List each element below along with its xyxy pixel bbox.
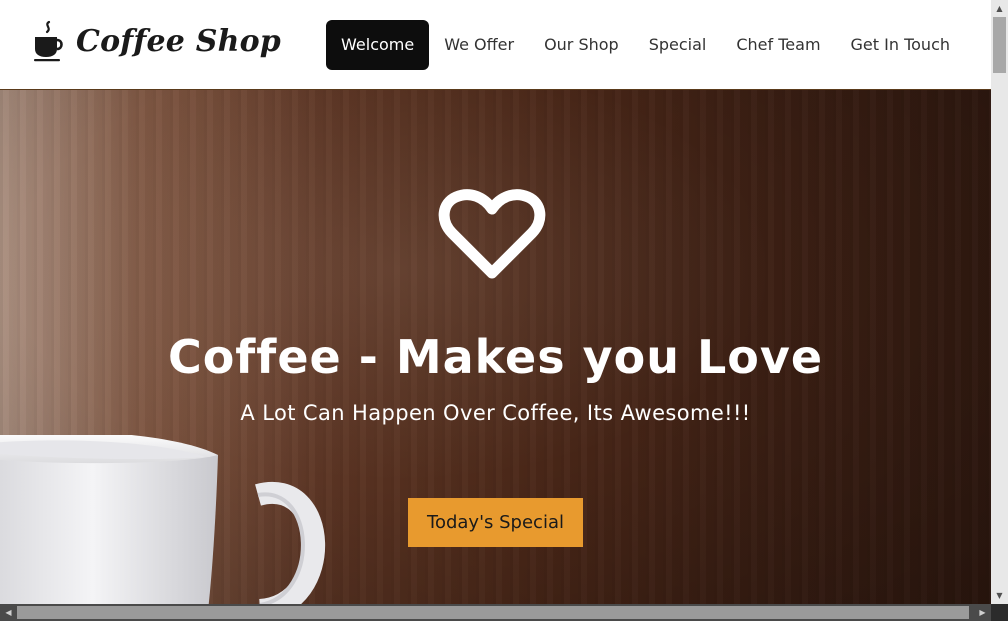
hero-subtitle: A Lot Can Happen Over Coffee, Its Awesom… <box>240 401 751 425</box>
scrollbar-corner <box>991 604 1008 621</box>
nav-item-we-offer[interactable]: We Offer <box>429 20 529 70</box>
hero-banner: Coffee - Makes you Love A Lot Can Happen… <box>0 90 991 604</box>
site-header: Coffee Shop Welcome We Offer Our Shop Sp… <box>0 0 991 90</box>
scroll-right-arrow-icon[interactable]: ▶ <box>974 604 991 621</box>
scroll-left-arrow-icon[interactable]: ◀ <box>0 604 17 621</box>
horizontal-scrollbar[interactable]: ◀ ▶ <box>0 604 991 621</box>
nav-item-get-in-touch[interactable]: Get In Touch <box>836 20 965 70</box>
nav-item-special[interactable]: Special <box>634 20 722 70</box>
heart-icon <box>438 189 546 279</box>
nav-item-welcome[interactable]: Welcome <box>326 20 430 70</box>
brand-logo[interactable]: Coffee Shop <box>32 20 281 62</box>
scroll-up-arrow-icon[interactable]: ▲ <box>991 0 1008 17</box>
coffee-cup-image <box>0 435 326 604</box>
hero-title: Coffee - Makes you Love <box>167 330 824 384</box>
brand-name: Coffee Shop <box>76 23 281 59</box>
nav-item-our-shop[interactable]: Our Shop <box>529 20 634 70</box>
vertical-scroll-thumb[interactable] <box>993 17 1006 73</box>
browser-viewport: Coffee Shop Welcome We Offer Our Shop Sp… <box>0 0 991 604</box>
vertical-scrollbar[interactable]: ▲ ▼ <box>991 0 1008 604</box>
scroll-down-arrow-icon[interactable]: ▼ <box>991 587 1008 604</box>
horizontal-scroll-thumb[interactable] <box>17 606 969 619</box>
todays-special-button[interactable]: Today's Special <box>408 498 583 547</box>
coffee-cup-icon <box>34 20 63 62</box>
nav-item-chef-team[interactable]: Chef Team <box>721 20 835 70</box>
main-nav: Welcome We Offer Our Shop Special Chef T… <box>326 20 965 70</box>
